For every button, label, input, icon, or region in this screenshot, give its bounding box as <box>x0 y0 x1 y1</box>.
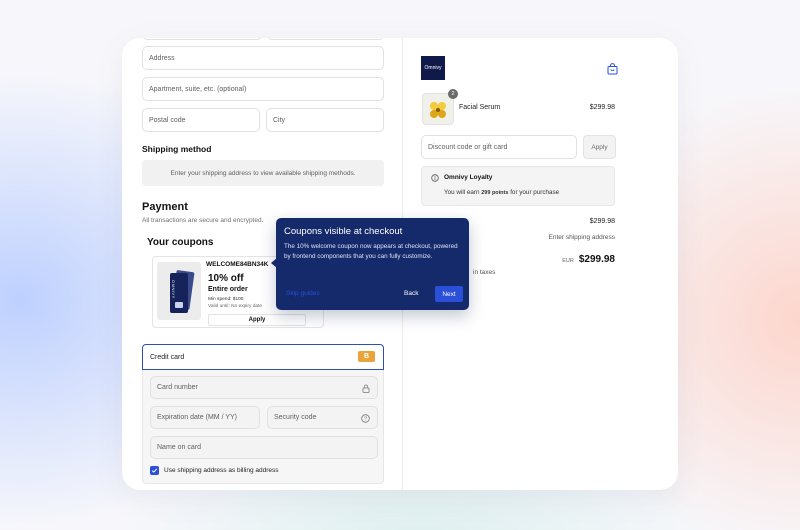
brand-logo-text: Omnivy <box>424 65 442 71</box>
loyalty-suffix: for your purchase <box>510 189 560 196</box>
coupon-scope: Entire order <box>208 286 248 293</box>
security-code-field[interactable]: Security code ? <box>267 406 378 429</box>
card-illustration-icon <box>170 270 195 313</box>
address-field[interactable]: Address <box>142 46 384 70</box>
postal-code-placeholder: Postal code <box>149 116 186 124</box>
city-field[interactable]: City <box>266 108 384 132</box>
coupon-min-spend: Min spend: $100 <box>208 297 244 302</box>
coupon-card-text: OMNIVY <box>171 280 176 299</box>
tooltip-title: Coupons visible at checkout <box>284 226 403 237</box>
info-icon <box>431 174 439 182</box>
credit-card-option[interactable]: Credit card B <box>142 344 384 370</box>
shipping-method-text: Enter your shipping address to view avai… <box>170 169 356 177</box>
card-brand-letter: B <box>363 353 370 360</box>
guide-tooltip: Coupons visible at checkout The 10% welc… <box>271 218 469 310</box>
payment-subtitle: All transactions are secure and encrypte… <box>142 217 264 224</box>
expiration-placeholder: Expiration date (MM / YY) <box>157 414 238 421</box>
billing-checkbox-label: Use shipping address as billing address <box>164 467 279 474</box>
shipping-method-message: Enter your shipping address to view avai… <box>142 160 384 186</box>
address-placeholder: Address <box>149 54 175 62</box>
next-button[interactable]: Next <box>435 286 463 302</box>
city-placeholder: City <box>273 116 286 124</box>
subtotal-value: $299.98 <box>589 218 615 225</box>
billing-address-checkbox-row[interactable]: Use shipping address as billing address <box>150 466 279 475</box>
tooltip-arrow <box>271 258 277 268</box>
product-image: 2 <box>422 89 458 125</box>
taxes-text: in taxes <box>473 269 496 276</box>
total-row: EUR $299.98 <box>562 254 615 265</box>
shipping-value: Enter shipping address <box>548 234 616 241</box>
credit-card-section: Credit card B Card number Expiration dat… <box>142 344 384 484</box>
product-quantity-badge: 2 <box>448 89 458 99</box>
first-name-field[interactable] <box>142 38 262 40</box>
apartment-placeholder: Apartment, suite, etc. (optional) <box>149 85 247 93</box>
expiration-date-field[interactable]: Expiration date (MM / YY) <box>150 406 260 429</box>
total-value: $299.98 <box>578 254 615 265</box>
discount-code-field[interactable]: Discount code or gift card <box>421 135 577 159</box>
coupon-code: WELCOME84BN34K <box>206 261 269 268</box>
next-button-label: Next <box>442 290 456 298</box>
shopping-bag-icon[interactable] <box>607 63 618 75</box>
loyalty-box: Omnivy Loyalty You will earn 299 points … <box>421 166 615 206</box>
lock-icon <box>362 384 370 393</box>
discount-apply-button[interactable]: Apply <box>583 135 616 159</box>
flower-product-icon <box>430 102 446 118</box>
svg-text:?: ? <box>364 416 367 422</box>
card-number-placeholder: Card number <box>157 384 198 391</box>
tooltip-body: The 10% welcome coupon now appears at ch… <box>284 243 458 260</box>
name-on-card-placeholder: Name on card <box>157 444 201 451</box>
loyalty-points: 299 points <box>481 190 509 196</box>
loyalty-title: Omnivy Loyalty <box>444 174 493 181</box>
shipping-method-title: Shipping method <box>142 144 212 154</box>
postal-code-field[interactable]: Postal code <box>142 108 260 132</box>
check-icon <box>151 468 158 473</box>
brand-logo: Omnivy <box>421 56 445 80</box>
coupon-valid-until: Valid until: No expiry date <box>208 304 263 309</box>
loyalty-prefix: You will earn <box>444 189 480 196</box>
product-quantity: 2 <box>451 91 455 97</box>
apartment-field[interactable]: Apartment, suite, etc. (optional) <box>142 77 384 101</box>
product-name: Facial Serum <box>459 104 501 111</box>
security-code-placeholder: Security code <box>274 414 317 421</box>
checkout-card: Address Apartment, suite, etc. (optional… <box>122 38 678 490</box>
total-currency: EUR <box>562 258 574 264</box>
loyalty-text: You will earn 299 points for your purcha… <box>444 189 559 196</box>
help-icon[interactable]: ? <box>361 414 370 423</box>
card-number-field[interactable]: Card number <box>150 376 378 399</box>
product-price: $299.98 <box>589 104 615 111</box>
discount-code-placeholder: Discount code or gift card <box>428 143 508 151</box>
coupon-discount: 10% off <box>208 273 244 284</box>
skip-guides-link[interactable]: Skip guides <box>286 290 320 297</box>
credit-card-label: Credit card <box>150 353 185 361</box>
card-brand-icon: B <box>358 351 375 362</box>
back-button[interactable]: Back <box>404 290 418 297</box>
coupon-image: OMNIVY <box>157 262 201 320</box>
discount-apply-label: Apply <box>591 143 608 151</box>
billing-checkbox[interactable] <box>150 466 159 475</box>
coupon-apply-label: Apply <box>248 317 266 323</box>
last-name-field[interactable] <box>267 38 384 40</box>
name-on-card-field[interactable]: Name on card <box>150 436 378 459</box>
payment-title: Payment <box>142 201 188 213</box>
coupons-title: Your coupons <box>147 237 214 248</box>
coupon-apply-button[interactable]: Apply <box>208 314 306 326</box>
